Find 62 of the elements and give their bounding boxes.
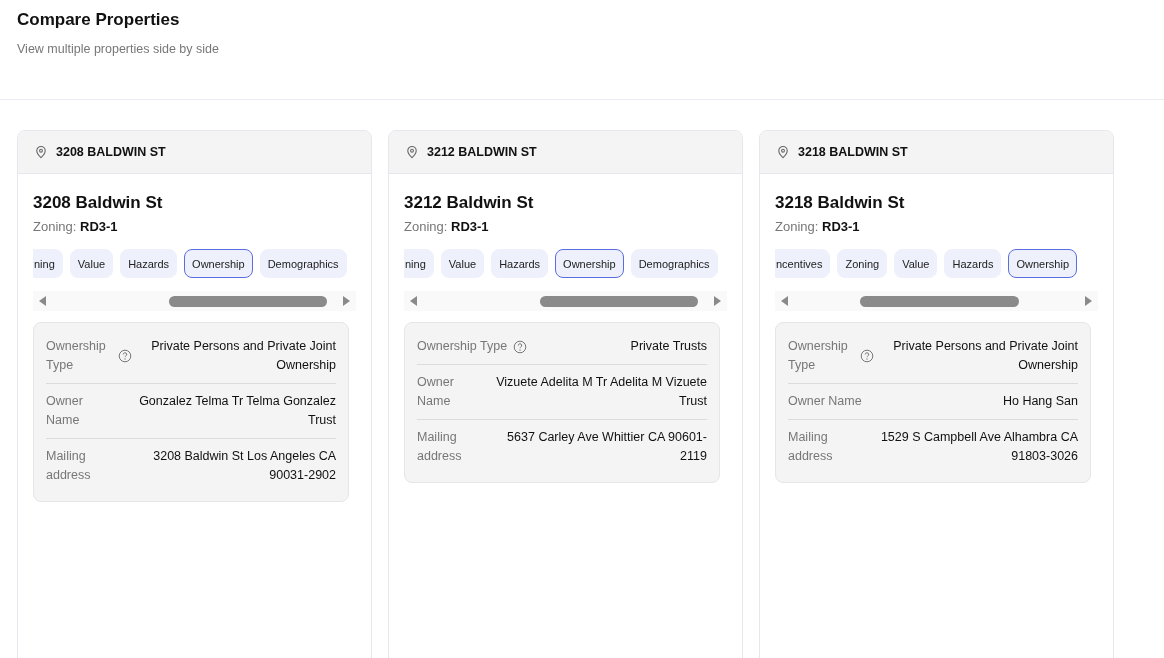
scroll-left-icon[interactable] <box>410 296 418 306</box>
detail-label: Owner Name <box>46 393 84 429</box>
tab[interactable]: Zoning <box>837 249 888 278</box>
tab[interactable]: Hazards <box>120 249 178 278</box>
location-pin-icon <box>405 145 419 159</box>
tab[interactable]: Demographics <box>259 249 347 278</box>
location-pin-icon <box>776 145 790 159</box>
detail-value: Ho Hang San <box>1001 393 1078 410</box>
detail-label: Ownership Type <box>788 338 849 374</box>
property-title: 3218 Baldwin St <box>775 192 906 214</box>
scroll-left-icon[interactable] <box>39 296 47 306</box>
card-header-title: 3208 BALDWIN ST <box>56 145 166 159</box>
page-title: Compare Properties <box>17 10 181 30</box>
detail-value: Private Persons and Private Joint Ownership <box>892 338 1078 374</box>
card-header-title: 3212 BALDWIN ST <box>427 145 537 159</box>
scrollbar[interactable] <box>33 291 356 311</box>
zoning-text: Zoning: RD3-1 <box>404 219 489 234</box>
tab[interactable]: Ownership <box>1008 249 1077 278</box>
scrollbar[interactable] <box>404 291 727 311</box>
zoning-text: Zoning: RD3-1 <box>33 219 118 234</box>
tab[interactable]: Value <box>440 249 485 278</box>
scrollbar[interactable] <box>775 291 1098 311</box>
tab[interactable]: Value <box>69 249 114 278</box>
detail-value: 1529 S Campbell Ave Alhambra CA 91803-3026 <box>879 429 1078 465</box>
tab[interactable]: Ownership <box>555 249 624 278</box>
property-title: 3208 Baldwin St <box>33 192 164 214</box>
detail-value: Private Persons and Private Joint Ownership <box>150 338 336 374</box>
tab[interactable]: ncentives <box>775 249 831 278</box>
detail-label: Mailing address <box>46 448 92 484</box>
page-subtitle: View multiple properties side by side <box>17 42 220 56</box>
detail-label: Owner Name <box>788 393 862 410</box>
help-icon[interactable] <box>860 349 875 363</box>
detail-value: Gonzalez Telma Tr Telma Gonzalez Trust <box>138 393 336 429</box>
detail-value: Private Trusts <box>629 338 707 355</box>
zoning-text: Zoning: RD3-1 <box>775 219 860 234</box>
card-header-title: 3218 BALDWIN ST <box>798 145 908 159</box>
detail-value: 5637 Carley Ave Whittier CA 90601-2119 <box>506 429 707 465</box>
detail-label: Mailing address <box>788 429 834 465</box>
tab[interactable]: ning <box>33 249 63 278</box>
detail-value: Vizuete Adelita M Tr Adelita M Vizuete Trust <box>495 374 707 410</box>
detail-label: Owner Name <box>417 374 455 410</box>
tab[interactable]: Demographics <box>630 249 718 278</box>
detail-label: Mailing address <box>417 429 463 465</box>
tab[interactable]: Ownership <box>184 249 253 278</box>
scroll-right-icon[interactable] <box>1084 296 1092 306</box>
detail-label: Ownership Type <box>417 338 508 355</box>
location-pin-icon <box>34 145 48 159</box>
detail-value: 3208 Baldwin St Los Angeles CA 90031-2902 <box>152 448 336 484</box>
help-icon[interactable] <box>513 339 528 354</box>
scroll-right-icon[interactable] <box>713 296 721 306</box>
tab[interactable]: Hazards <box>944 249 1002 278</box>
scroll-thumb[interactable] <box>540 295 699 307</box>
scroll-thumb[interactable] <box>860 295 1019 307</box>
tab[interactable]: ning <box>404 249 434 278</box>
scroll-thumb[interactable] <box>169 295 328 307</box>
property-title: 3212 Baldwin St <box>404 192 535 214</box>
tab[interactable]: Value <box>894 249 938 278</box>
detail-label: Ownership Type <box>46 338 107 374</box>
scroll-left-icon[interactable] <box>781 296 789 306</box>
help-icon[interactable] <box>118 349 133 363</box>
tab[interactable]: Hazards <box>491 249 549 278</box>
scroll-right-icon[interactable] <box>342 296 350 306</box>
